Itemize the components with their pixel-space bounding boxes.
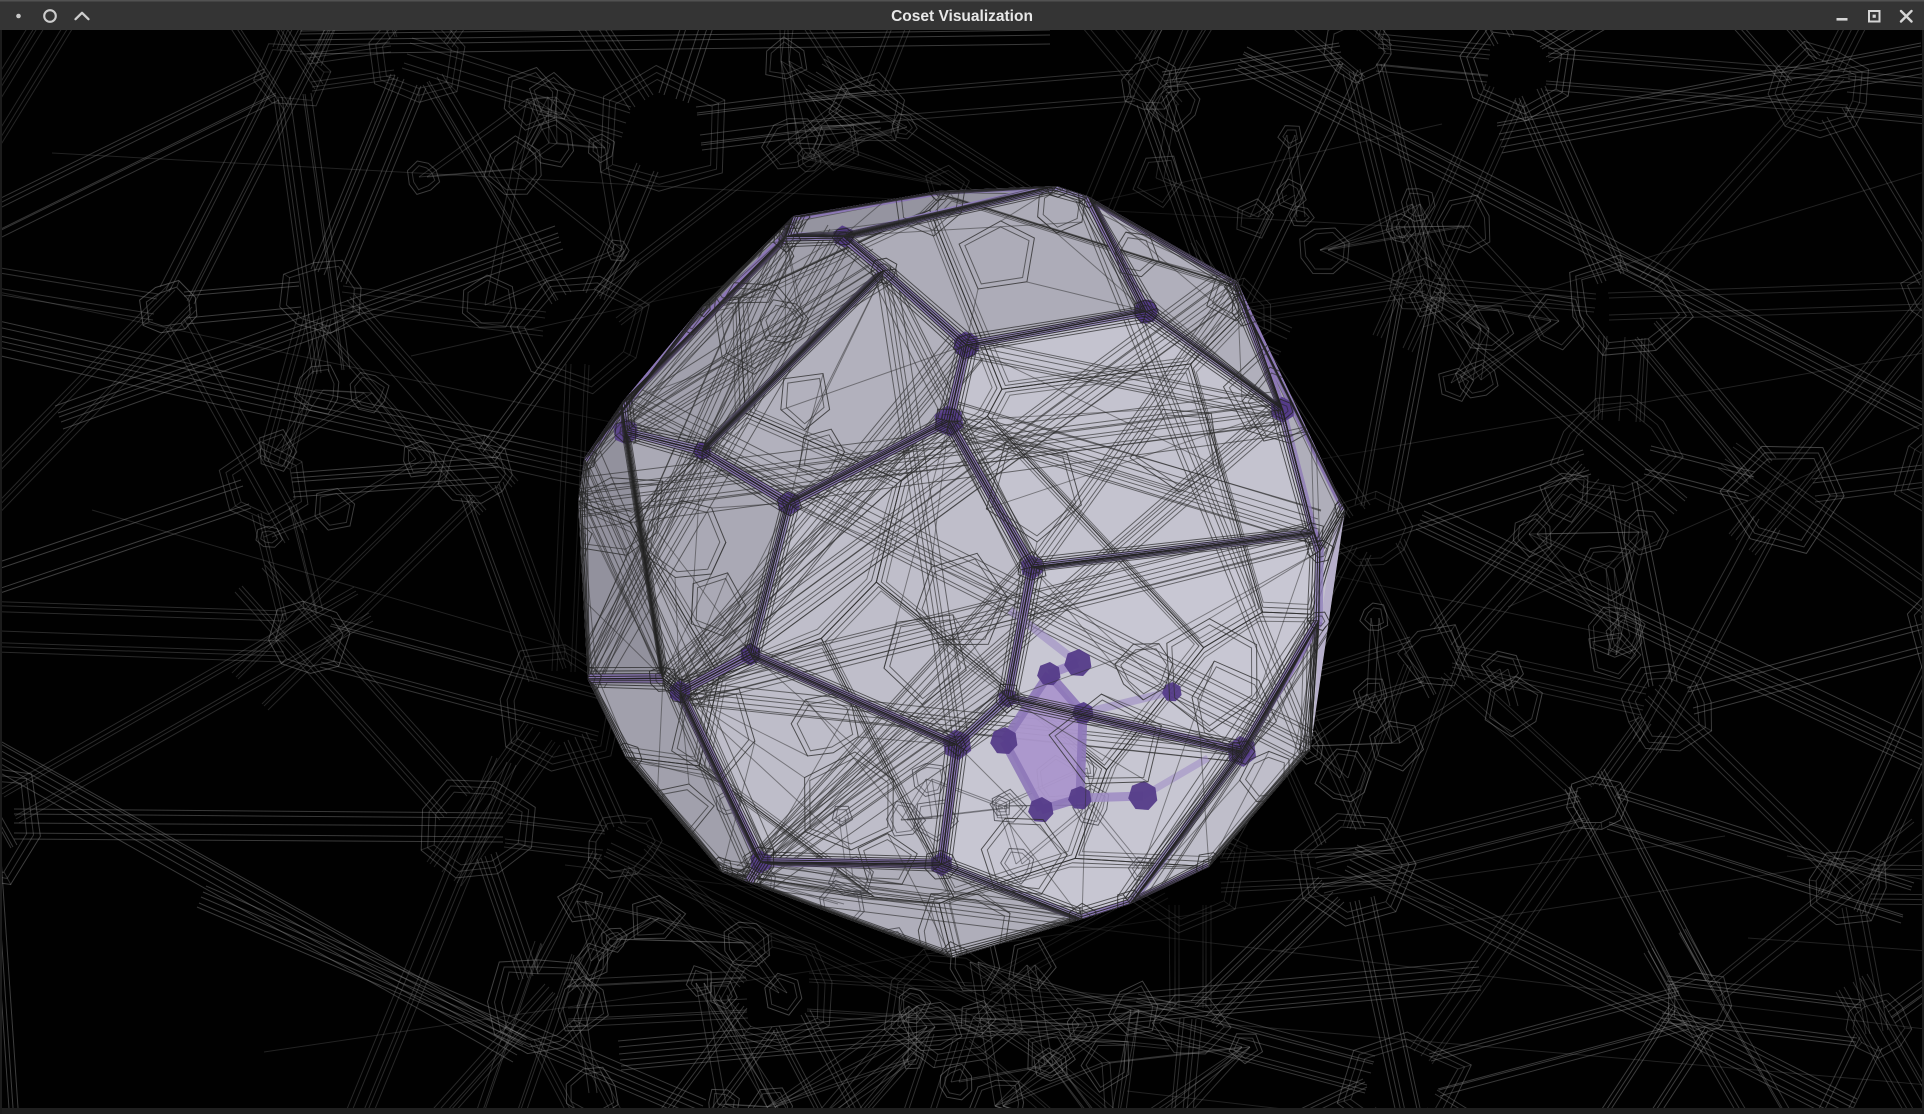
svg-text:Coset Visualization: Coset Visualization [891,8,1033,25]
